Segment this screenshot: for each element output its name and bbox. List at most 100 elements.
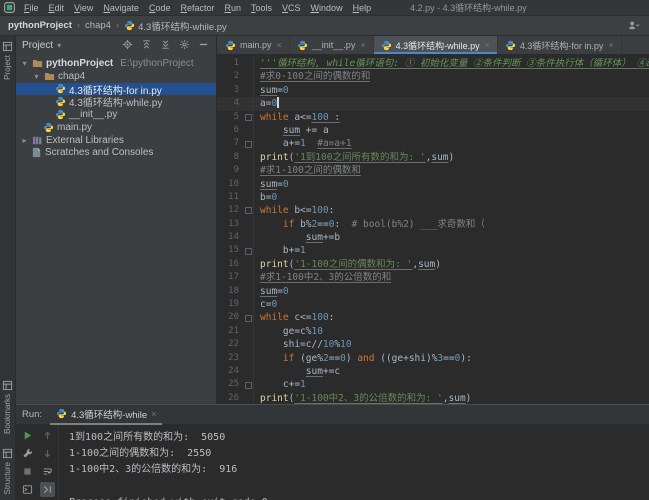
- breadcrumb-item[interactable]: chap4: [85, 20, 111, 31]
- console-button[interactable]: [20, 482, 35, 497]
- expand-all-button[interactable]: [160, 39, 172, 51]
- tool-window-icon: [2, 41, 13, 52]
- gutter-fold-column: [243, 378, 254, 391]
- code-line[interactable]: 19c=0: [217, 298, 649, 311]
- chevron-down-icon[interactable]: ▾: [20, 59, 29, 68]
- code-editor[interactable]: 1'''循环结构, while循环语句: ① 初始化变量 ②条件判断 ③条件执行…: [217, 55, 649, 404]
- code-text: print('1到100之间所有数的和为: ',sum): [260, 151, 454, 164]
- code-line[interactable]: 25 c+=1: [217, 378, 649, 391]
- fold-marker-icon[interactable]: [245, 248, 252, 255]
- close-icon[interactable]: ×: [151, 409, 156, 419]
- editor-tab[interactable]: 4.3循环结构-for in.py×: [498, 36, 622, 54]
- breadcrumb-item[interactable]: 4.3循环结构-while.py: [124, 19, 227, 33]
- code-line[interactable]: 15 b+=1: [217, 244, 649, 257]
- code-line[interactable]: 3sum=0: [217, 84, 649, 97]
- menu-navigate[interactable]: Navigate: [98, 3, 144, 13]
- code-line[interactable]: 18sum=0: [217, 285, 649, 298]
- code-line[interactable]: 17#求1-100中2、3的公倍数的和: [217, 271, 649, 284]
- code-line[interactable]: 26print('1-100中2、3的公倍数的和为: ',sum): [217, 392, 649, 404]
- build-settings-button[interactable]: [20, 446, 35, 461]
- chevron-down-icon[interactable]: ▾: [57, 41, 61, 50]
- rerun-button[interactable]: [20, 428, 35, 443]
- tree-item[interactable]: 4.3循环结构-while.py: [16, 95, 216, 108]
- code-line[interactable]: 4a=0: [217, 97, 649, 110]
- gutter-fold-column: [243, 365, 254, 378]
- close-icon[interactable]: ×: [608, 40, 613, 50]
- tree-item[interactable]: ▾pythonProjectE:\pythonProject: [16, 57, 216, 70]
- menu-view[interactable]: View: [69, 3, 98, 13]
- chevron-right-icon[interactable]: ▸: [20, 136, 29, 145]
- code-line[interactable]: 1'''循环结构, while循环语句: ① 初始化变量 ②条件判断 ③条件执行…: [217, 57, 649, 70]
- editor-tab[interactable]: __init__.py×: [290, 36, 374, 54]
- tree-item[interactable]: ▸External Libraries: [16, 134, 216, 147]
- code-line[interactable]: 23 if (ge%2==0) and ((ge+shi)%3==0):: [217, 352, 649, 365]
- project-panel-title[interactable]: Project: [22, 40, 53, 51]
- tree-item-label: chap4: [58, 71, 85, 82]
- chevron-down-icon[interactable]: ▾: [32, 72, 41, 81]
- menu-run[interactable]: Run: [219, 3, 246, 13]
- gutter-fold-column: [243, 204, 254, 217]
- fold-marker-icon[interactable]: [245, 141, 252, 148]
- tree-item[interactable]: __init__.py: [16, 108, 216, 121]
- code-line[interactable]: 11b=0: [217, 191, 649, 204]
- code-line[interactable]: 20while c<=100:: [217, 311, 649, 324]
- breadcrumb-item[interactable]: pythonProject: [8, 20, 72, 31]
- editor-tab[interactable]: 4.3循环结构-while.py ×: [374, 36, 498, 54]
- code-line[interactable]: 9#求1-100之间的偶数和: [217, 164, 649, 177]
- tool-window-button-structure[interactable]: Structure: [2, 448, 13, 494]
- code-line[interactable]: 24 sum+=c: [217, 365, 649, 378]
- fold-marker-icon[interactable]: [245, 382, 252, 389]
- code-line[interactable]: 12while b<=100:: [217, 204, 649, 217]
- gutter-fold-column: [243, 178, 254, 191]
- menu-tools[interactable]: Tools: [246, 3, 277, 13]
- fold-marker-icon[interactable]: [245, 114, 252, 121]
- code-line[interactable]: 7 a+=1 #a=a+1: [217, 137, 649, 150]
- soft-wrap-button[interactable]: [40, 464, 55, 479]
- locate-button[interactable]: [122, 39, 134, 51]
- close-icon[interactable]: ×: [277, 40, 282, 50]
- code-line[interactable]: 10sum=0: [217, 178, 649, 191]
- stop-button[interactable]: [20, 464, 35, 479]
- tool-window-button-bookmarks[interactable]: Bookmarks: [2, 380, 13, 434]
- menu-code[interactable]: Code: [144, 3, 176, 13]
- collapse-all-button[interactable]: [141, 39, 153, 51]
- menu-window[interactable]: Window: [306, 3, 348, 13]
- gutter-fold-column: [243, 392, 254, 404]
- editor-tab[interactable]: main.py×: [218, 36, 290, 54]
- fold-marker-icon[interactable]: [245, 315, 252, 322]
- line-number: 11: [217, 191, 243, 204]
- left-tool-strip: Project Bookmarks Structure: [0, 36, 16, 500]
- tree-item-label: main.py: [57, 122, 92, 133]
- menu-edit[interactable]: Edit: [44, 3, 70, 13]
- tree-item[interactable]: main.py: [16, 121, 216, 134]
- menu-help[interactable]: Help: [348, 3, 377, 13]
- menu-refactor[interactable]: Refactor: [175, 3, 219, 13]
- code-line[interactable]: 6 sum += a: [217, 124, 649, 137]
- user-dropdown-icon[interactable]: [627, 20, 641, 31]
- scroll-to-end-button[interactable]: [40, 482, 55, 497]
- tree-item-label: pythonProject: [46, 58, 113, 69]
- menu-vcs[interactable]: VCS: [277, 3, 306, 13]
- code-line[interactable]: 16print('1-100之间的偶数和为: ',sum): [217, 258, 649, 271]
- code-line[interactable]: 21 ge=c%10: [217, 325, 649, 338]
- close-icon[interactable]: ×: [360, 40, 365, 50]
- tree-item[interactable]: Scratches and Consoles: [16, 147, 216, 160]
- menu-file[interactable]: File: [19, 3, 44, 13]
- fold-marker-icon[interactable]: [245, 207, 252, 214]
- code-line[interactable]: 2#求0-100之间的偶数的和: [217, 70, 649, 83]
- code-line[interactable]: 13 if b%2==0: # bool(b%2) ___求奇数和（: [217, 218, 649, 231]
- tab-label: 4.3循环结构-while.py: [396, 39, 480, 52]
- code-line[interactable]: 5while a<=100 :: [217, 111, 649, 124]
- down-stack-trace-button[interactable]: [40, 446, 55, 461]
- tool-window-button-project[interactable]: Project: [2, 41, 13, 80]
- code-line[interactable]: 8print('1到100之间所有数的和为: ',sum): [217, 151, 649, 164]
- code-line[interactable]: 22 shi=c//10%10: [217, 338, 649, 351]
- run-console-output[interactable]: 1到100之间所有数的和为: 50501-100之间的偶数和为: 25501-1…: [59, 425, 649, 500]
- code-line[interactable]: 14 sum+=b: [217, 231, 649, 244]
- gutter-fold-column: [243, 137, 254, 150]
- close-icon[interactable]: ×: [485, 40, 490, 50]
- hide-button[interactable]: [198, 39, 210, 51]
- up-stack-trace-button[interactable]: [40, 428, 55, 443]
- run-tab[interactable]: 4.3循环结构-while ×: [50, 404, 162, 425]
- settings-button[interactable]: [179, 39, 191, 51]
